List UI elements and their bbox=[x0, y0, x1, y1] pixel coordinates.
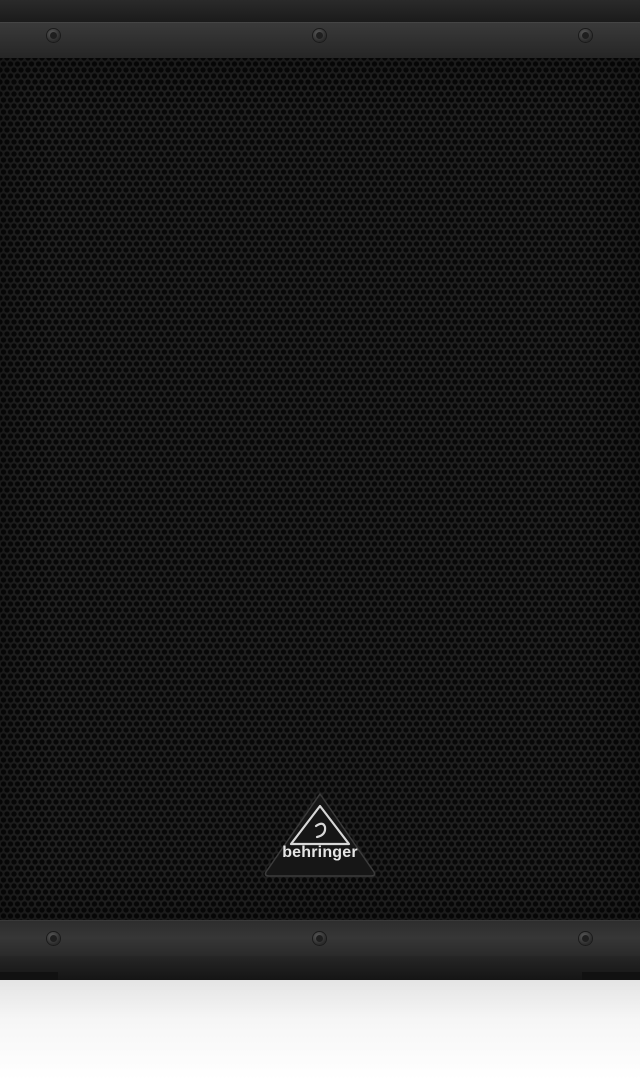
screw-top-left bbox=[47, 29, 60, 42]
screw-bottom-center bbox=[313, 932, 326, 945]
screw-top-right bbox=[579, 29, 592, 42]
screw-bottom-left bbox=[47, 932, 60, 945]
cabinet-base bbox=[0, 956, 640, 980]
top-rail bbox=[0, 22, 640, 58]
brand-badge: behringer bbox=[263, 792, 377, 878]
brand-badge-triangle bbox=[264, 792, 376, 877]
brand-logo-text: behringer bbox=[282, 844, 358, 861]
cabinet-top-edge bbox=[0, 0, 640, 22]
screw-bottom-right bbox=[579, 932, 592, 945]
screw-top-center bbox=[313, 29, 326, 42]
bottom-rail bbox=[0, 920, 640, 956]
floor-reflection bbox=[0, 980, 640, 1080]
speaker-grille bbox=[0, 58, 640, 920]
speaker-cabinet: behringer bbox=[0, 0, 640, 980]
